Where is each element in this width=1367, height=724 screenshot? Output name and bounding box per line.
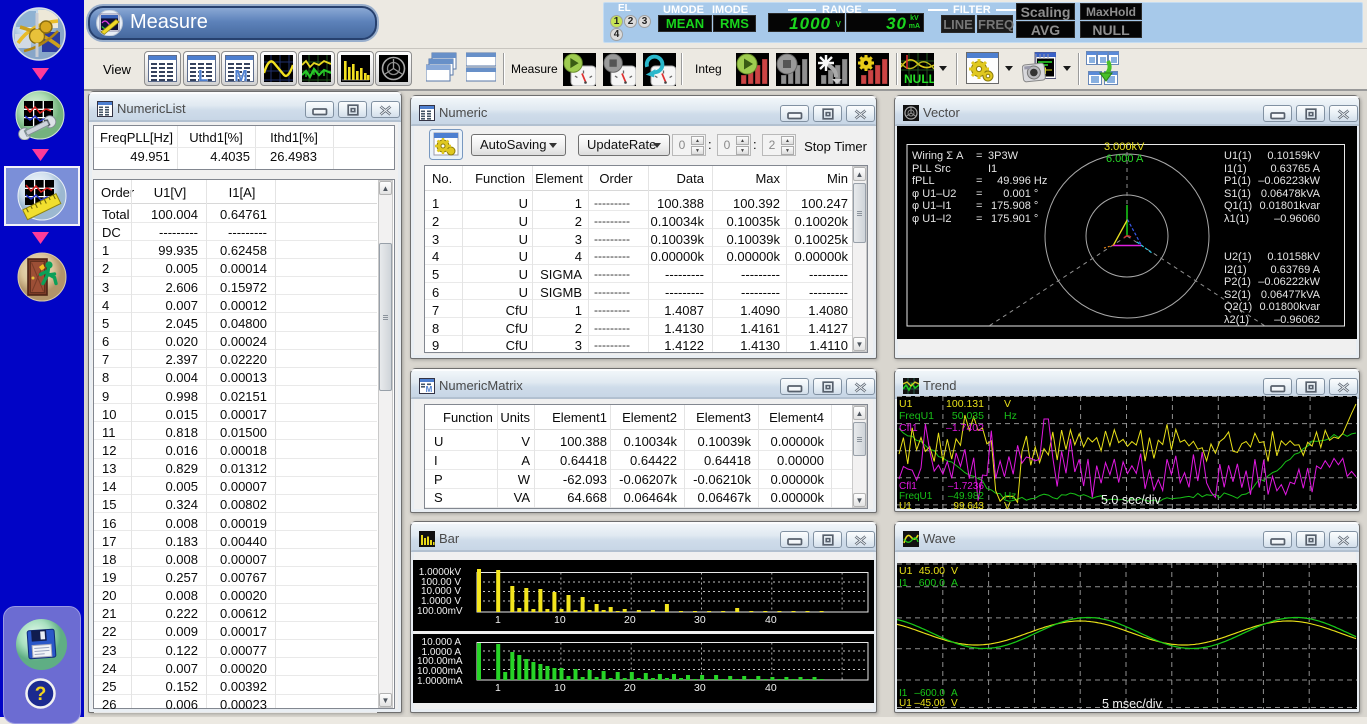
svg-text:NULL: NULL: [904, 72, 934, 86]
svg-text:M: M: [426, 385, 433, 394]
svg-text:?: ?: [35, 684, 47, 705]
svg-text:M: M: [234, 68, 247, 82]
svg-text:L: L: [198, 68, 208, 82]
